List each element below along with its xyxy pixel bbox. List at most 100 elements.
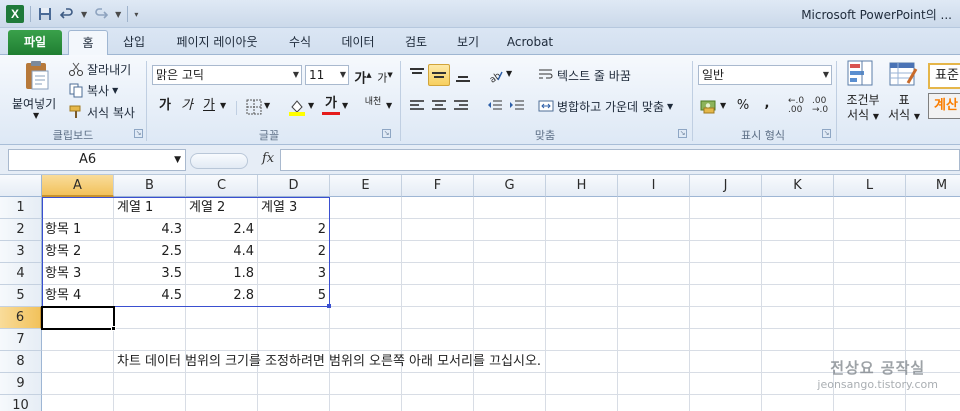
row-header-5[interactable]: 5: [0, 285, 42, 307]
grid-cell[interactable]: [474, 285, 546, 307]
decrease-indent-icon[interactable]: [486, 97, 504, 118]
grid-cell[interactable]: [474, 395, 546, 411]
underline-dropdown-icon[interactable]: ▼: [220, 101, 226, 110]
tab-view[interactable]: 보기: [452, 30, 484, 55]
underline-button[interactable]: 가: [200, 97, 218, 115]
grid-cell[interactable]: [114, 395, 186, 411]
wrap-text-button[interactable]: 텍스트 줄 바꿈: [538, 65, 631, 85]
grid-cell[interactable]: [546, 241, 618, 263]
style-normal-cell[interactable]: 표준: [928, 63, 960, 89]
grid-cell[interactable]: [618, 395, 690, 411]
grid-cell[interactable]: [690, 241, 762, 263]
grid-cell[interactable]: [42, 197, 114, 219]
grid-cell[interactable]: [834, 307, 906, 329]
tab-review[interactable]: 검토: [400, 30, 432, 55]
font-name-dropdown-icon[interactable]: ▼: [293, 66, 299, 84]
cell-b1[interactable]: 계열 1: [114, 197, 186, 219]
range-resize-handle[interactable]: [327, 304, 331, 308]
grid-cell[interactable]: [330, 329, 402, 351]
save-icon[interactable]: [37, 6, 53, 22]
currency-dropdown-icon[interactable]: ▼: [720, 101, 726, 110]
tab-acrobat[interactable]: Acrobat: [502, 30, 558, 55]
comma-button[interactable]: ,: [758, 95, 776, 113]
alignment-launcher-icon[interactable]: ↘: [678, 129, 687, 138]
currency-icon[interactable]: [700, 97, 718, 118]
grid-cell[interactable]: [546, 395, 618, 411]
grid-cell[interactable]: [546, 307, 618, 329]
merge-dropdown-icon[interactable]: ▼: [667, 102, 673, 111]
column-header-j[interactable]: J: [690, 175, 762, 197]
percent-button[interactable]: %: [734, 97, 752, 115]
decrease-decimal-icon[interactable]: .00 →.0: [812, 97, 828, 115]
insert-function-icon[interactable]: fx: [262, 151, 274, 166]
grid-cell[interactable]: [474, 307, 546, 329]
grid-cell[interactable]: [618, 307, 690, 329]
cell-a3[interactable]: 항목 2: [42, 241, 114, 263]
grid-cell[interactable]: [474, 241, 546, 263]
grid-cell[interactable]: [474, 373, 546, 395]
column-header-c[interactable]: C: [186, 175, 258, 197]
grid-cell[interactable]: [906, 263, 960, 285]
cell-d3[interactable]: 2: [258, 241, 330, 263]
number-format-dropdown-icon[interactable]: ▼: [823, 66, 829, 84]
cut-button[interactable]: 잘라내기: [68, 59, 131, 79]
tab-insert[interactable]: 삽입: [118, 30, 150, 55]
grid-cell[interactable]: [762, 329, 834, 351]
grid-cell[interactable]: [834, 329, 906, 351]
italic-button[interactable]: 가: [178, 97, 196, 115]
grid-cell[interactable]: [834, 395, 906, 411]
grid-cell[interactable]: [690, 395, 762, 411]
number-launcher-icon[interactable]: ↘: [822, 129, 831, 138]
grid-cell[interactable]: [546, 263, 618, 285]
column-header-a[interactable]: A: [42, 175, 114, 197]
grid-cell[interactable]: [258, 373, 330, 395]
row-header-9[interactable]: 9: [0, 373, 42, 395]
font-size-dropdown-icon[interactable]: ▼: [340, 66, 346, 84]
grid-cell[interactable]: [474, 329, 546, 351]
row-header-6[interactable]: 6: [0, 307, 42, 329]
format-as-table-button[interactable]: 표 서식 ▼: [884, 93, 924, 124]
grid-cell[interactable]: [762, 263, 834, 285]
conditional-dropdown-icon[interactable]: ▼: [873, 112, 879, 121]
select-all-corner[interactable]: [0, 175, 42, 197]
grid-cell[interactable]: [906, 395, 960, 411]
paste-dropdown-icon[interactable]: ▼: [33, 111, 39, 120]
cell-b4[interactable]: 3.5: [114, 263, 186, 285]
grid-cell[interactable]: [618, 197, 690, 219]
row-header-4[interactable]: 4: [0, 263, 42, 285]
grid-cell[interactable]: [330, 307, 402, 329]
grid-cell[interactable]: [402, 285, 474, 307]
grid-cell[interactable]: [114, 307, 186, 329]
grid-cell[interactable]: [546, 197, 618, 219]
grid-cell[interactable]: [186, 373, 258, 395]
grid-cell[interactable]: [186, 329, 258, 351]
grid-cell[interactable]: [114, 373, 186, 395]
grid-cell[interactable]: [762, 219, 834, 241]
cell-c4[interactable]: 1.8: [186, 263, 258, 285]
grid-cell[interactable]: [474, 219, 546, 241]
format-as-table-icon[interactable]: [888, 59, 918, 92]
clipboard-launcher-icon[interactable]: ↘: [134, 129, 143, 138]
grid-cell[interactable]: [834, 197, 906, 219]
grid-cell[interactable]: [906, 241, 960, 263]
redo-dropdown-icon[interactable]: ▼: [115, 10, 121, 19]
tab-file[interactable]: 파일: [8, 30, 62, 55]
grid-cell[interactable]: [834, 263, 906, 285]
grid-cell[interactable]: [834, 241, 906, 263]
cell-b3[interactable]: 2.5: [114, 241, 186, 263]
grid-cell[interactable]: [402, 197, 474, 219]
grid-cell[interactable]: [690, 307, 762, 329]
grid-cell[interactable]: [330, 241, 402, 263]
border-dropdown-icon[interactable]: ▼: [264, 101, 270, 110]
fill-color-dropdown-icon[interactable]: ▼: [308, 101, 314, 110]
grid-cell[interactable]: [330, 197, 402, 219]
grid-cell[interactable]: [618, 329, 690, 351]
cell-c2[interactable]: 2.4: [186, 219, 258, 241]
increase-indent-icon[interactable]: [508, 97, 526, 118]
fill-handle[interactable]: [111, 326, 116, 331]
grid-cell[interactable]: [402, 395, 474, 411]
grid-cell[interactable]: [330, 263, 402, 285]
grid-cell[interactable]: [258, 329, 330, 351]
grid-cell[interactable]: [330, 373, 402, 395]
grid-cell[interactable]: [330, 395, 402, 411]
